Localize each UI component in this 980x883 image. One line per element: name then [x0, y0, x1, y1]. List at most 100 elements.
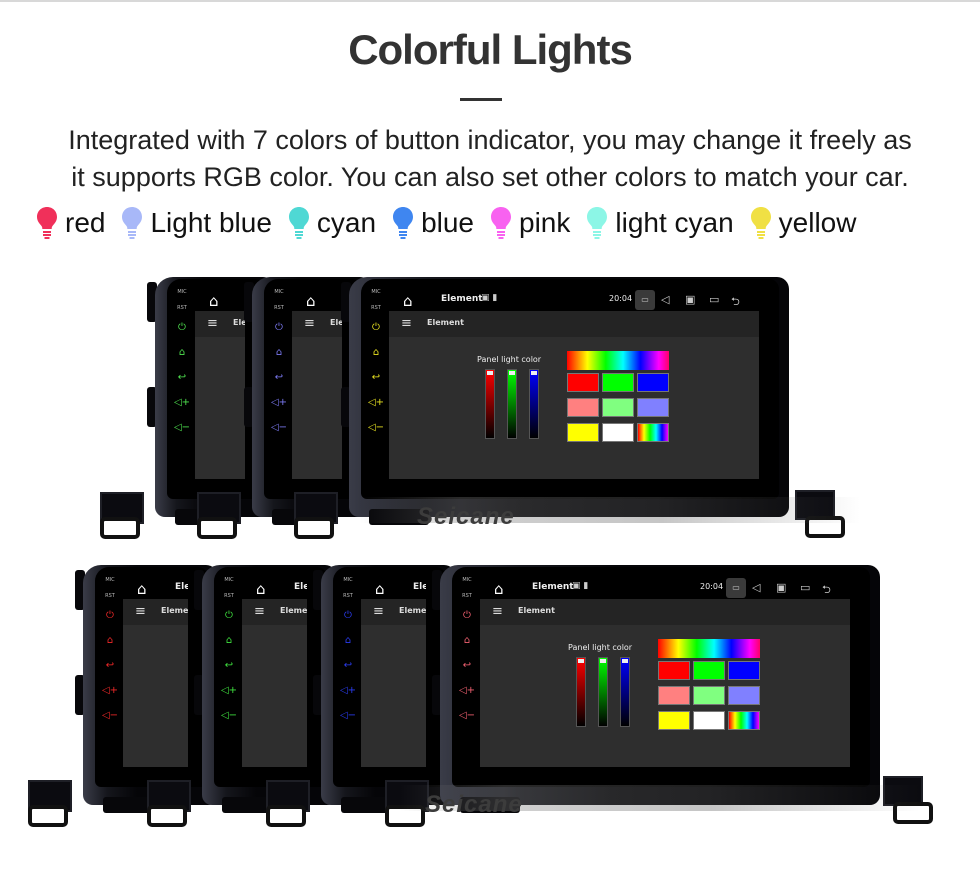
- power-icon[interactable]: ⏻: [178, 321, 186, 346]
- rst-label[interactable]: RST: [343, 593, 353, 609]
- screen-icon[interactable]: ▣: [685, 293, 695, 306]
- home-icon[interactable]: ⌂: [494, 580, 504, 598]
- screen-icon[interactable]: ▣: [776, 581, 786, 594]
- screenshot-button[interactable]: ▭: [635, 290, 655, 310]
- green-slider[interactable]: [598, 657, 608, 727]
- app-bar-title: Element: [399, 606, 426, 615]
- home-icon[interactable]: ⌂: [375, 580, 385, 598]
- color-swatch[interactable]: [567, 423, 599, 442]
- volume-down-icon[interactable]: ◁−: [174, 421, 190, 446]
- volume-down-icon[interactable]: ◁−: [221, 709, 237, 734]
- rst-label[interactable]: RST: [371, 305, 381, 321]
- home-icon[interactable]: ⌂: [137, 580, 147, 598]
- color-swatch[interactable]: [567, 373, 599, 392]
- red-slider[interactable]: [576, 657, 586, 727]
- back-icon[interactable]: ⮌: [731, 293, 740, 312]
- color-swatch[interactable]: [602, 423, 634, 442]
- home-icon[interactable]: ⌂: [403, 292, 413, 310]
- volume-icon[interactable]: ◁: [661, 293, 669, 306]
- color-swatch[interactable]: [637, 423, 669, 442]
- color-swatch[interactable]: [602, 398, 634, 417]
- color-swatch[interactable]: [658, 711, 690, 730]
- color-swatch[interactable]: [693, 661, 725, 680]
- rst-label[interactable]: RST: [224, 593, 234, 609]
- back-icon[interactable]: ↩: [225, 659, 233, 684]
- color-swatch[interactable]: [567, 398, 599, 417]
- color-swatch[interactable]: [728, 686, 760, 705]
- color-spectrum[interactable]: [567, 351, 669, 370]
- home-icon[interactable]: ⌂: [209, 292, 219, 310]
- power-icon[interactable]: ⏻: [275, 321, 283, 346]
- back-icon[interactable]: ↩: [178, 371, 186, 396]
- volume-up-icon[interactable]: ◁+: [368, 396, 384, 421]
- volume-down-icon[interactable]: ◁−: [368, 421, 384, 446]
- blue-slider[interactable]: [529, 369, 539, 439]
- color-swatch[interactable]: [658, 686, 690, 705]
- window-icon[interactable]: ▭: [800, 581, 810, 594]
- home-icon[interactable]: ⌂: [464, 634, 470, 659]
- slider-knob[interactable]: [600, 659, 606, 663]
- color-swatch[interactable]: [637, 398, 669, 417]
- volume-icon[interactable]: ◁: [752, 581, 760, 594]
- power-icon[interactable]: ⏻: [372, 321, 380, 346]
- back-icon[interactable]: ↩: [275, 371, 283, 396]
- volume-up-icon[interactable]: ◁+: [340, 684, 356, 709]
- volume-down-icon[interactable]: ◁−: [102, 709, 118, 734]
- back-icon[interactable]: ↩: [106, 659, 114, 684]
- home-icon[interactable]: ⌂: [179, 346, 185, 371]
- slider-knob[interactable]: [622, 659, 628, 663]
- menu-icon[interactable]: ≡: [401, 316, 412, 331]
- volume-up-icon[interactable]: ◁+: [174, 396, 190, 421]
- menu-icon[interactable]: ≡: [304, 316, 315, 331]
- home-icon[interactable]: ⌂: [226, 634, 232, 659]
- power-icon[interactable]: ⏻: [463, 609, 471, 634]
- red-slider[interactable]: [485, 369, 495, 439]
- color-swatch[interactable]: [637, 373, 669, 392]
- color-swatch[interactable]: [658, 661, 690, 680]
- volume-up-icon[interactable]: ◁+: [221, 684, 237, 709]
- volume-down-icon[interactable]: ◁−: [340, 709, 356, 734]
- slider-knob[interactable]: [531, 371, 537, 375]
- home-icon[interactable]: ⌂: [373, 346, 379, 371]
- volume-up-icon[interactable]: ◁+: [459, 684, 475, 709]
- back-icon[interactable]: ↩: [344, 659, 352, 684]
- power-icon[interactable]: ⏻: [106, 609, 114, 634]
- legend-item-light-blue: Light blue: [121, 206, 272, 240]
- volume-up-icon[interactable]: ◁+: [102, 684, 118, 709]
- screenshot-button[interactable]: ▭: [726, 578, 746, 598]
- volume-down-icon[interactable]: ◁−: [459, 709, 475, 734]
- menu-icon[interactable]: ≡: [135, 604, 146, 619]
- color-swatch[interactable]: [602, 373, 634, 392]
- back-icon[interactable]: ↩: [372, 371, 380, 396]
- rst-label[interactable]: RST: [105, 593, 115, 609]
- volume-down-icon[interactable]: ◁−: [271, 421, 287, 446]
- color-swatch[interactable]: [728, 711, 760, 730]
- back-icon[interactable]: ⮌: [822, 581, 831, 600]
- slider-knob[interactable]: [578, 659, 584, 663]
- color-swatch[interactable]: [728, 661, 760, 680]
- home-icon[interactable]: ⌂: [306, 292, 316, 310]
- blue-slider[interactable]: [620, 657, 630, 727]
- color-swatch[interactable]: [693, 711, 725, 730]
- home-icon[interactable]: ⌂: [107, 634, 113, 659]
- menu-icon[interactable]: ≡: [492, 604, 503, 619]
- menu-icon[interactable]: ≡: [254, 604, 265, 619]
- rst-label[interactable]: RST: [274, 305, 284, 321]
- rst-label[interactable]: RST: [177, 305, 187, 321]
- home-icon[interactable]: ⌂: [256, 580, 266, 598]
- slider-knob[interactable]: [509, 371, 515, 375]
- menu-icon[interactable]: ≡: [373, 604, 384, 619]
- color-swatch[interactable]: [693, 686, 725, 705]
- power-icon[interactable]: ⏻: [225, 609, 233, 634]
- window-icon[interactable]: ▭: [709, 293, 719, 306]
- color-spectrum[interactable]: [658, 639, 760, 658]
- menu-icon[interactable]: ≡: [207, 316, 218, 331]
- rst-label[interactable]: RST: [462, 593, 472, 609]
- volume-up-icon[interactable]: ◁+: [271, 396, 287, 421]
- back-icon[interactable]: ↩: [463, 659, 471, 684]
- slider-knob[interactable]: [487, 371, 493, 375]
- power-icon[interactable]: ⏻: [344, 609, 352, 634]
- home-icon[interactable]: ⌂: [345, 634, 351, 659]
- home-icon[interactable]: ⌂: [276, 346, 282, 371]
- green-slider[interactable]: [507, 369, 517, 439]
